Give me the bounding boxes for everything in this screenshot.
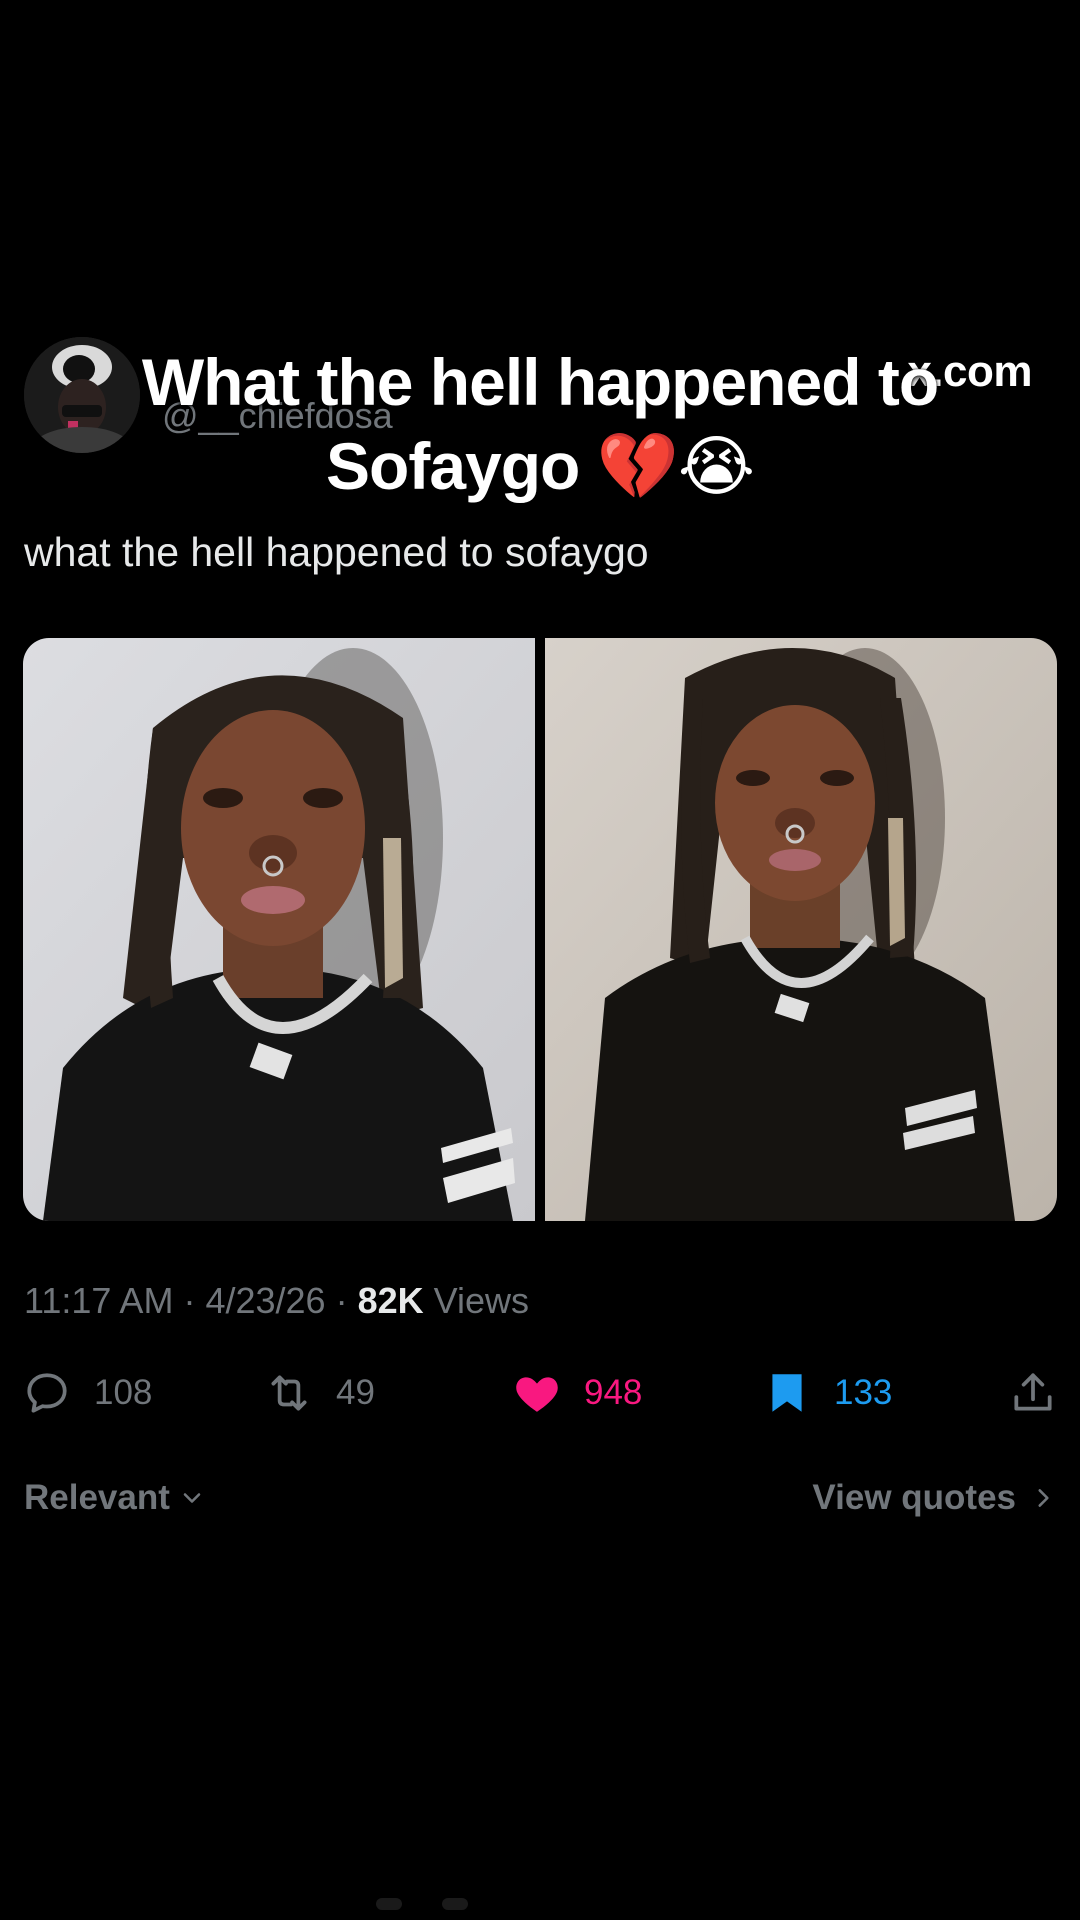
overlay-caption: What the hell happened to Sofaygo 💔😭 [141,345,939,503]
chevron-down-icon [178,1484,206,1512]
repost-icon [271,1375,307,1411]
sort-label: Relevant [24,1478,170,1517]
view-quotes-label: View quotes [812,1478,1016,1517]
tweet-date: 4/23/26 [205,1280,326,1321]
views-count: 82K [357,1280,424,1321]
reply-icon [27,1373,67,1413]
like-button[interactable]: 948 [512,1365,642,1421]
like-count: 948 [584,1373,643,1412]
photo-right[interactable] [545,638,1057,1221]
bookmark-filled-icon [772,1374,802,1412]
view-quotes-link[interactable]: View quotes [812,1478,1056,1518]
views-label: Views [433,1280,530,1321]
heart-filled-icon [516,1377,558,1412]
page-indicator [376,1898,468,1910]
chevron-right-icon [1030,1483,1056,1513]
bookmark-count: 133 [834,1373,893,1412]
share-button[interactable] [1008,1365,1058,1421]
tweet-meta: 11:17 AM · 4/23/26 · 82K Views [24,1280,530,1321]
repost-count: 49 [336,1373,375,1412]
action-bar: 108 49 948 133 [22,1365,1058,1421]
photo-left[interactable] [23,638,535,1221]
tweet-time: 11:17 AM [24,1280,174,1321]
bookmark-button[interactable]: 133 [762,1365,892,1421]
sort-dropdown[interactable]: Relevant [24,1478,206,1518]
tweet-media[interactable] [23,638,1057,1221]
repost-button[interactable]: 49 [264,1365,375,1421]
share-icon [1014,1373,1052,1411]
reply-count: 108 [94,1373,153,1412]
tweet-text: what the hell happened to sofaygo [24,529,649,575]
reply-button[interactable]: 108 [22,1365,152,1421]
